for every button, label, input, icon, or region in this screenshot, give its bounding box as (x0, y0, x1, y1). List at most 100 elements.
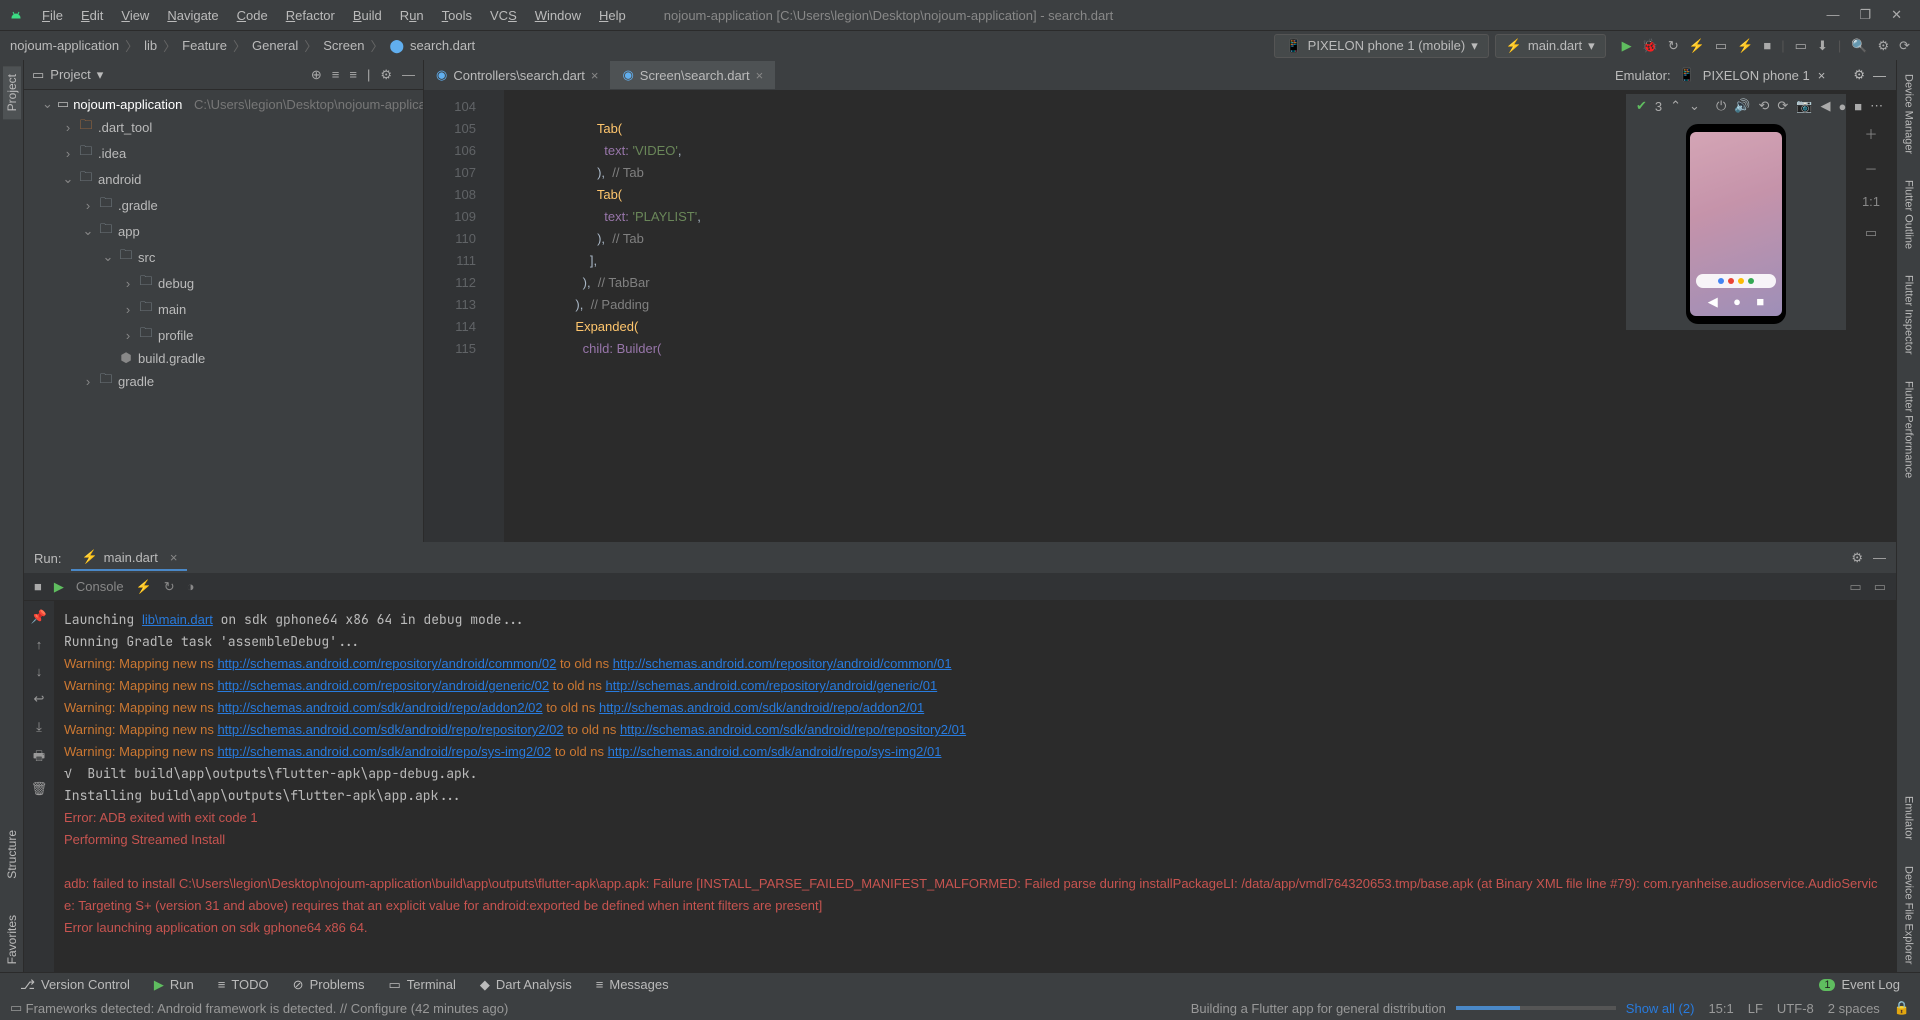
tool-flutter-performance[interactable]: Flutter Performance (1901, 373, 1917, 486)
screenshot-icon[interactable]: 📷 (1796, 98, 1812, 114)
down-icon[interactable]: ⌄ (1689, 98, 1700, 114)
stop-icon[interactable]: ■ (1763, 38, 1771, 54)
device-frame[interactable]: ◀●■ (1686, 124, 1786, 324)
encoding[interactable]: UTF-8 (1777, 1001, 1814, 1016)
tool-messages[interactable]: ≡Messages (586, 975, 679, 994)
zoom-reset-icon[interactable]: 1:1 (1862, 194, 1880, 209)
close-icon[interactable]: × (1818, 68, 1826, 83)
close-icon[interactable]: × (756, 68, 764, 83)
profile-icon[interactable]: ⚡ (1689, 38, 1705, 54)
dropdown-icon[interactable]: ▾ (97, 67, 104, 83)
menu-window[interactable]: Window (527, 4, 589, 27)
breadcrumb-item[interactable]: Feature (182, 38, 227, 53)
status-icon[interactable]: ▭ (10, 1000, 22, 1016)
wrap-icon[interactable]: ↩ (34, 691, 45, 707)
hide-icon[interactable]: — (1873, 68, 1886, 83)
scroll-icon[interactable]: ⤓ (36, 719, 42, 735)
pin-icon[interactable]: 📌 (31, 609, 47, 625)
tool-structure[interactable]: Structure (3, 822, 21, 887)
menu-file[interactable]: FFileile (34, 4, 71, 27)
tree-item[interactable]: ›🗀gradle (24, 368, 423, 394)
tool-todo[interactable]: ≡TODO (208, 975, 279, 994)
rerun-icon[interactable]: ▶ (54, 579, 64, 595)
layout-icon[interactable]: ▭ (1849, 579, 1861, 595)
tree-item[interactable]: ⌄🗀app (24, 218, 423, 244)
hot-reload-icon[interactable]: ⚡ (136, 579, 152, 595)
project-tree[interactable]: ⌄▭ nojoum-application C:\Users\legion\De… (24, 90, 423, 542)
tree-item[interactable]: ›🗀.idea (24, 140, 423, 166)
print-icon[interactable]: 🖶 (33, 747, 45, 769)
gear-icon[interactable]: ⚙ (1853, 67, 1865, 83)
menu-refactor[interactable]: Refactor (278, 4, 343, 27)
tree-item[interactable]: ⬢build.gradle (24, 348, 423, 368)
tree-item[interactable]: ›🗀debug (24, 270, 423, 296)
line-separator[interactable]: LF (1748, 1001, 1763, 1016)
locate-icon[interactable]: ⊕ (311, 67, 322, 83)
up-icon[interactable]: ↑ (36, 637, 43, 652)
breadcrumb-item[interactable]: General (252, 38, 298, 53)
tool-flutter-inspector[interactable]: Flutter Inspector (1901, 267, 1917, 362)
sdk-icon[interactable]: ⬇ (1817, 38, 1828, 54)
close-button[interactable]: ✕ (1891, 7, 1902, 23)
run-icon[interactable]: ▶ (1622, 38, 1632, 54)
tool-version-control[interactable]: ⎇Version Control (10, 975, 140, 995)
tree-item[interactable]: ›🗀.dart_tool (24, 114, 423, 140)
back-icon[interactable]: ◀ (1820, 98, 1830, 114)
run-tab[interactable]: ⚡main.dart× (71, 545, 187, 571)
maximize-button[interactable]: ❐ (1859, 7, 1871, 23)
rotate-right-icon[interactable]: ⟳ (1777, 98, 1788, 114)
device-selector[interactable]: 📱PIXELON phone 1 (mobile)▾ (1274, 34, 1488, 58)
tool-terminal[interactable]: ▭Terminal (378, 975, 465, 995)
clear-icon[interactable]: 🗑 (31, 781, 48, 797)
tool-project[interactable]: Project (3, 66, 21, 119)
volume-icon[interactable]: 🔊 (1734, 98, 1750, 114)
tool-problems[interactable]: ⊘Problems (283, 975, 375, 995)
layout-icon[interactable]: ▭ (1874, 579, 1886, 595)
hot-reload-icon[interactable]: ⚡ (1737, 38, 1753, 54)
menu-run[interactable]: Run (392, 4, 432, 27)
search-icon[interactable]: 🔍 (1851, 38, 1867, 54)
breadcrumb-item[interactable]: search.dart (410, 38, 475, 53)
avd-icon[interactable]: ▭ (1795, 38, 1807, 54)
editor-tab[interactable]: ◉Screen\search.dart× (610, 61, 775, 89)
show-all-link[interactable]: Show all (2) (1626, 1001, 1695, 1016)
down-icon[interactable]: ↓ (36, 664, 43, 679)
emulator-device[interactable]: PIXELON phone 1 (1703, 68, 1810, 83)
menu-edit[interactable]: Edit (73, 4, 111, 27)
tool-favorites[interactable]: Favorites (3, 907, 21, 972)
devtools-icon[interactable]: ◑ (187, 579, 195, 594)
hide-icon[interactable]: — (402, 67, 415, 83)
expand-icon[interactable]: ≡ (332, 67, 340, 83)
menu-code[interactable]: Code (229, 4, 276, 27)
attach-icon[interactable]: ▭ (1715, 38, 1727, 54)
line-gutter[interactable]: 104105106107108109110111112113114115 (424, 90, 484, 542)
settings-icon[interactable]: ⚙ (1877, 38, 1889, 54)
coverage-icon[interactable]: ↻ (1668, 38, 1679, 54)
power-icon[interactable]: ⏻ (1716, 98, 1726, 114)
problems-count[interactable]: 3 (1655, 99, 1662, 114)
more-icon[interactable]: ⋯ (1870, 98, 1883, 114)
rotate-left-icon[interactable]: ⟲ (1758, 98, 1769, 114)
close-icon[interactable]: × (591, 68, 599, 83)
zoom-in-icon[interactable]: ＋ (1864, 124, 1877, 143)
collapse-icon[interactable]: ≡ (349, 67, 357, 83)
hide-icon[interactable]: — (1873, 550, 1886, 566)
tree-item[interactable]: ›🗀main (24, 296, 423, 322)
menu-navigate[interactable]: Navigate (159, 4, 226, 27)
home-icon[interactable]: ● (1838, 99, 1846, 114)
breadcrumb-item[interactable]: lib (144, 38, 157, 53)
console-tab[interactable]: Console (76, 579, 124, 594)
zoom-out-icon[interactable]: － (1864, 159, 1877, 178)
tool-dart-analysis[interactable]: ◆Dart Analysis (470, 975, 582, 995)
tool-device-manager[interactable]: Device Manager (1901, 66, 1917, 162)
menu-vcs[interactable]: VCS (482, 4, 525, 27)
tree-root[interactable]: ⌄▭ nojoum-application C:\Users\legion\De… (24, 94, 423, 114)
cursor-position[interactable]: 15:1 (1708, 1001, 1733, 1016)
tree-item[interactable]: ›🗀profile (24, 322, 423, 348)
fit-icon[interactable]: ▭ (1865, 225, 1877, 241)
breadcrumb-item[interactable]: Screen (323, 38, 364, 53)
minimize-button[interactable]: — (1826, 7, 1839, 23)
menu-view[interactable]: View (113, 4, 157, 27)
tool-run[interactable]: ▶Run (144, 975, 204, 995)
console-output[interactable]: Launching lib\main.dart on sdk gphone64 … (54, 601, 1896, 972)
